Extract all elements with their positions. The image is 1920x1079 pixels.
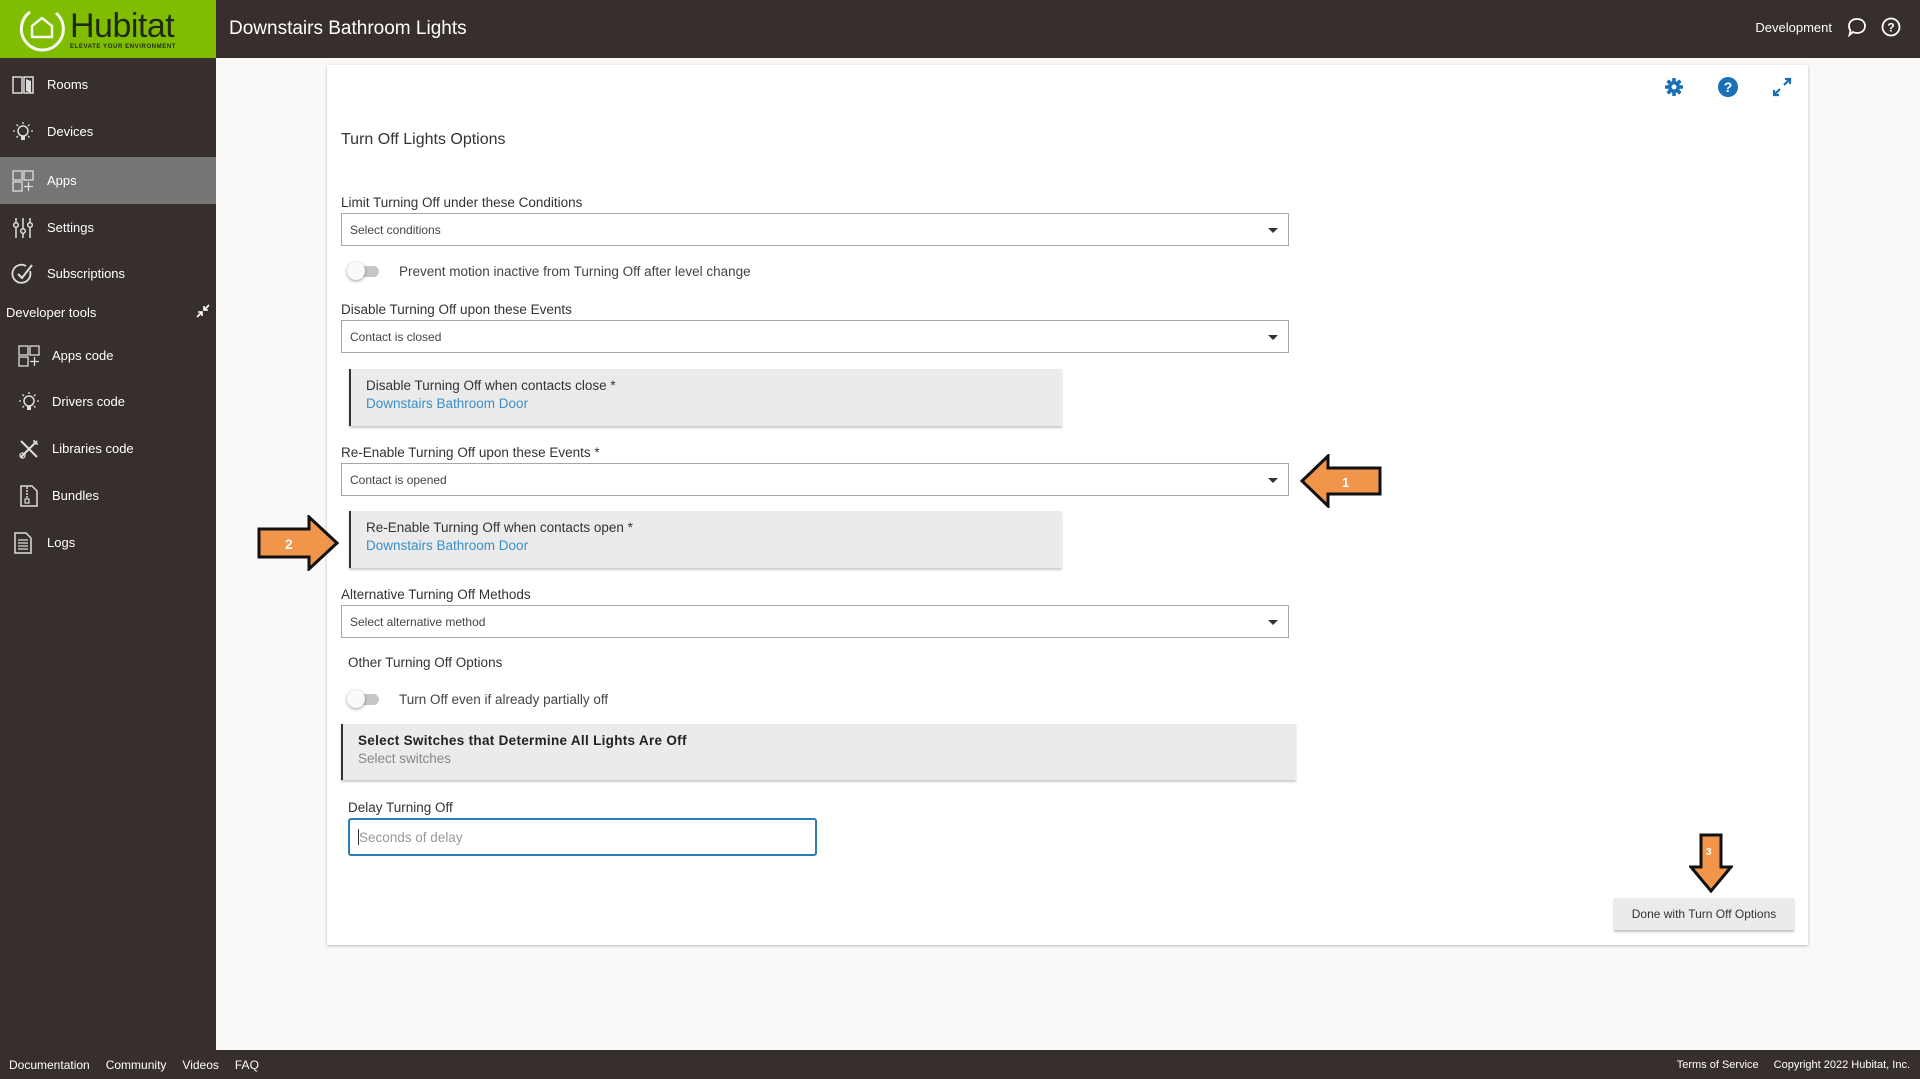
rooms-icon: [10, 72, 36, 98]
check-circle-icon: [10, 261, 36, 287]
sidebar-item-subscriptions[interactable]: Subscriptions: [0, 250, 216, 297]
disable-events-label: Disable Turning Off upon these Events: [341, 302, 572, 317]
svg-text:?: ?: [1887, 21, 1894, 35]
reenable-events-select[interactable]: Contact is opened: [341, 463, 1289, 496]
prevent-motion-toggle-row: Prevent motion inactive from Turning Off…: [347, 262, 751, 280]
reenable-contacts-title: Re-Enable Turning Off when contacts open…: [366, 520, 633, 535]
brand-tagline: ELEVATE YOUR ENVIRONMENT: [70, 43, 177, 50]
environment-label: Development: [1755, 19, 1832, 35]
sidebar-item-libraries-code[interactable]: Libraries code: [0, 425, 216, 472]
apps-grid-icon: [16, 343, 42, 369]
sidebar-item-label: Apps: [47, 173, 77, 188]
apps-grid-icon: [10, 168, 36, 194]
sidebar-item-settings[interactable]: Settings: [0, 204, 216, 251]
help-circle-icon[interactable]: ?: [1880, 16, 1902, 38]
sidebar-item-label: Libraries code: [52, 441, 134, 456]
footer-link-videos[interactable]: Videos: [182, 1058, 218, 1072]
sidebar-item-label: Apps code: [52, 348, 114, 363]
sidebar-item-label: Bundles: [52, 488, 99, 503]
developer-tools-label: Developer tools: [6, 305, 97, 320]
alternative-methods-placeholder: Select alternative method: [350, 614, 486, 629]
gear-icon[interactable]: [1662, 75, 1686, 99]
partially-off-label: Turn Off even if already partially off: [399, 691, 609, 707]
sliders-icon: [10, 215, 36, 241]
alternative-methods-label: Alternative Turning Off Methods: [341, 587, 531, 602]
switches-selector-placeholder: Select switches: [358, 751, 452, 766]
sidebar-item-drivers-code[interactable]: Drivers code: [0, 378, 216, 425]
annotation-number-1: 1: [1342, 475, 1349, 490]
limit-conditions-placeholder: Select conditions: [350, 222, 441, 237]
document-icon: [10, 530, 36, 556]
switches-selector[interactable]: Select Switches that Determine All Light…: [341, 724, 1296, 780]
disable-events-select[interactable]: Contact is closed: [341, 320, 1289, 353]
partially-off-toggle[interactable]: [347, 690, 381, 708]
sidebar-item-label: Devices: [47, 124, 94, 139]
annotation-arrow-2: 2: [257, 515, 339, 571]
sidebar-item-label: Rooms: [47, 77, 89, 92]
lightbulb-icon: [16, 389, 42, 415]
lightbulb-icon: [10, 119, 36, 145]
sidebar-item-label: Logs: [47, 535, 76, 550]
alternative-methods-select[interactable]: Select alternative method: [341, 605, 1289, 638]
annotation-number-3: 3: [1706, 847, 1712, 858]
sidebar-item-logs[interactable]: Logs: [0, 519, 216, 566]
disable-events-value: Contact is closed: [350, 329, 442, 344]
disable-contacts-title: Disable Turning Off when contacts close …: [366, 378, 616, 393]
chat-bubble-icon[interactable]: [1846, 16, 1868, 38]
chevron-down-icon: [1268, 478, 1278, 483]
expand-icon[interactable]: [1770, 75, 1794, 99]
svg-text:?: ?: [1724, 79, 1733, 95]
footer: Documentation Community Videos FAQ Terms…: [0, 1050, 1920, 1079]
sidebar-item-apps[interactable]: Apps: [0, 157, 216, 204]
tools-icon: [16, 436, 42, 462]
section-title: Turn Off Lights Options: [341, 131, 506, 148]
sidebar-item-label: Subscriptions: [47, 266, 126, 281]
sidebar-item-rooms[interactable]: Rooms: [0, 61, 216, 108]
annotation-arrow-1: 1: [1300, 454, 1382, 508]
turn-off-options-card: ? Turn Off Lights Options Limit Turning …: [327, 65, 1808, 945]
logo-house-icon: [19, 10, 65, 52]
other-options-label: Other Turning Off Options: [348, 655, 503, 670]
delay-label: Delay Turning Off: [348, 800, 453, 815]
sidebar-item-label: Settings: [47, 220, 94, 235]
sidebar-item-devices[interactable]: Devices: [0, 108, 216, 155]
footer-copyright: Copyright 2022 Hubitat, Inc.: [1773, 1058, 1910, 1071]
delay-input[interactable]: Seconds of delay: [348, 818, 817, 856]
help-icon[interactable]: ?: [1716, 75, 1740, 99]
done-button[interactable]: Done with Turn Off Options: [1614, 898, 1794, 930]
switches-selector-title: Select Switches that Determine All Light…: [358, 733, 687, 748]
developer-tools-header[interactable]: Developer tools: [6, 304, 210, 321]
annotation-number-2: 2: [285, 536, 293, 552]
delay-placeholder: Seconds of delay: [359, 829, 463, 845]
reenable-events-value: Contact is opened: [350, 472, 447, 487]
sidebar-item-label: Drivers code: [52, 394, 125, 409]
prevent-motion-label: Prevent motion inactive from Turning Off…: [399, 263, 751, 279]
sidebar-item-apps-code[interactable]: Apps code: [0, 332, 216, 379]
zip-file-icon: [16, 483, 42, 509]
sidebar: Rooms Devices Apps Settings Subscription…: [0, 58, 216, 1050]
reenable-contacts-device-link[interactable]: Downstairs Bathroom Door: [366, 538, 1062, 553]
top-bar: Hubitat ELEVATE YOUR ENVIRONMENT Downsta…: [0, 0, 1920, 58]
limit-conditions-select[interactable]: Select conditions: [341, 213, 1289, 246]
chevron-down-icon: [1268, 228, 1278, 233]
chevron-down-icon: [1268, 335, 1278, 340]
reenable-events-label: Re-Enable Turning Off upon these Events …: [341, 445, 600, 460]
footer-link-community[interactable]: Community: [106, 1058, 167, 1072]
collapse-icon[interactable]: [196, 304, 210, 321]
partially-off-toggle-row: Turn Off even if already partially off: [347, 690, 609, 708]
disable-contacts-box[interactable]: Disable Turning Off when contacts close …: [349, 369, 1062, 426]
prevent-motion-toggle[interactable]: [347, 262, 381, 280]
footer-link-faq[interactable]: FAQ: [235, 1058, 259, 1072]
page-title: Downstairs Bathroom Lights: [229, 18, 467, 39]
sidebar-item-bundles[interactable]: Bundles: [0, 472, 216, 519]
footer-link-documentation[interactable]: Documentation: [9, 1058, 90, 1072]
chevron-down-icon: [1268, 620, 1278, 625]
hubitat-logo[interactable]: Hubitat ELEVATE YOUR ENVIRONMENT: [0, 0, 216, 58]
brand-name: Hubitat: [70, 6, 175, 45]
reenable-contacts-box[interactable]: Re-Enable Turning Off when contacts open…: [349, 511, 1062, 568]
disable-contacts-device-link[interactable]: Downstairs Bathroom Door: [366, 396, 1062, 411]
footer-terms-link[interactable]: Terms of Service: [1677, 1059, 1759, 1071]
annotation-arrow-3: 3: [1689, 833, 1733, 893]
limit-conditions-label: Limit Turning Off under these Conditions: [341, 195, 583, 210]
